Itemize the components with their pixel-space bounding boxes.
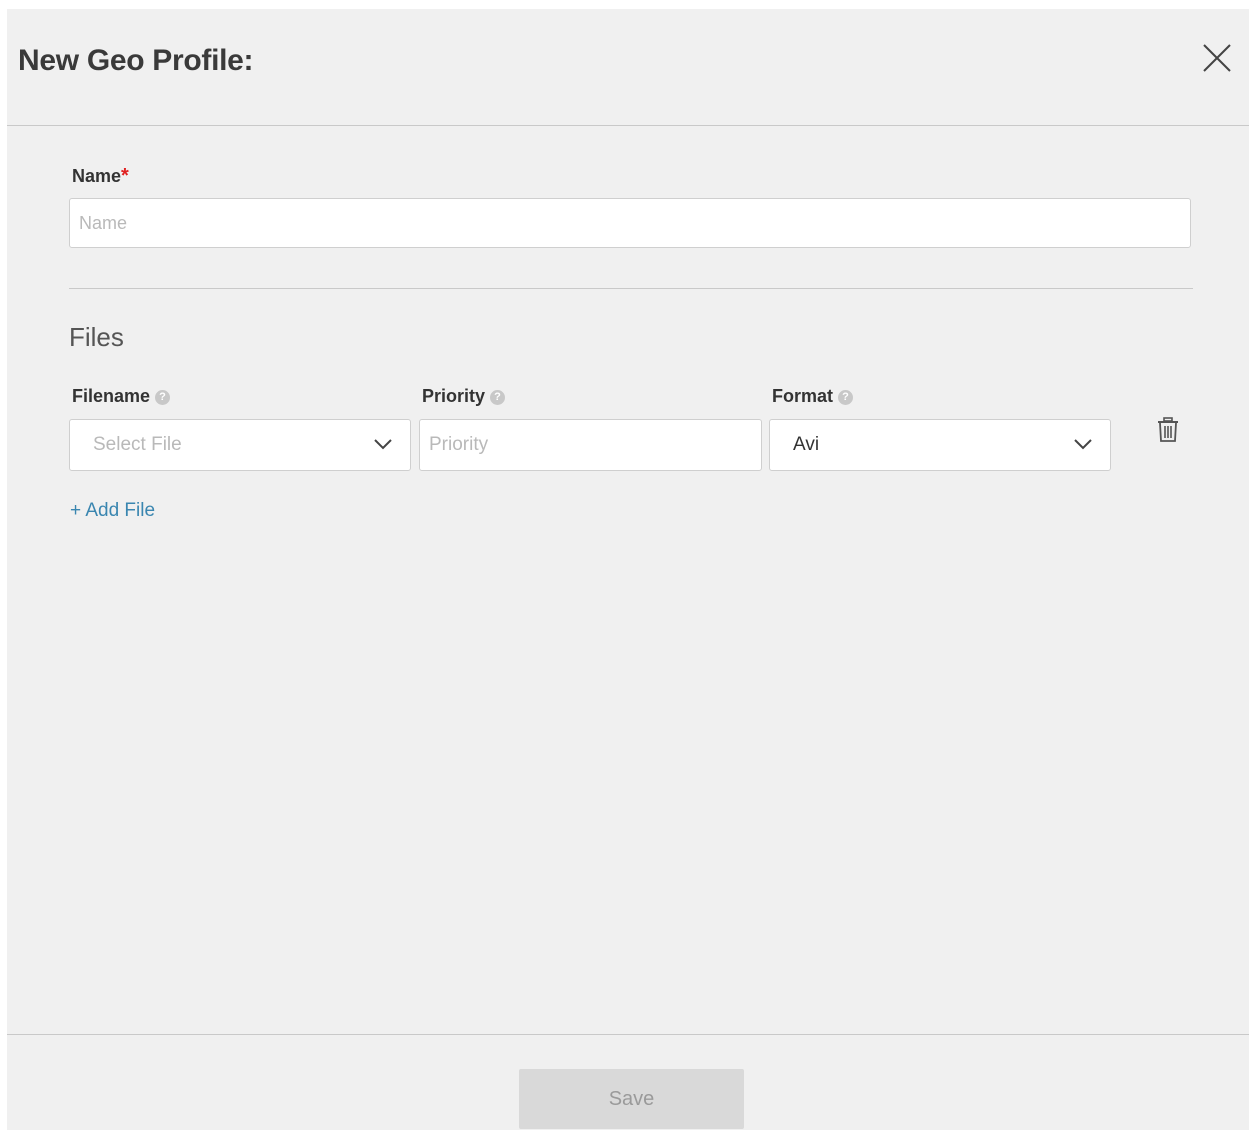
geo-profile-modal: New Geo Profile: Name* Files Filename? P… (7, 9, 1249, 1130)
chevron-down-icon (1074, 439, 1092, 450)
priority-input[interactable] (419, 419, 762, 471)
chevron-down-icon (374, 439, 392, 450)
files-section-title: Files (69, 322, 124, 352)
filename-label-text: Filename (72, 386, 151, 406)
filename-help-icon[interactable]: ? (155, 390, 171, 405)
modal-title: New Geo Profile: (18, 44, 254, 77)
add-file-link[interactable]: + Add File (70, 500, 155, 522)
trash-icon (1158, 417, 1178, 442)
section-divider (69, 288, 1193, 289)
priority-help-icon[interactable]: ? (490, 390, 506, 405)
filename-select-placeholder: Select File (93, 434, 182, 455)
priority-label-text: Priority (422, 386, 486, 406)
priority-label: Priority? (422, 386, 506, 407)
close-button[interactable] (1202, 43, 1232, 73)
name-label: Name* (72, 165, 129, 188)
filename-label: Filename? (72, 386, 171, 407)
required-mark: * (121, 165, 129, 187)
filename-select[interactable]: Select File (69, 419, 411, 471)
format-select[interactable]: Avi (769, 419, 1111, 471)
footer-divider (7, 1034, 1249, 1035)
close-icon (1203, 44, 1231, 72)
format-help-icon[interactable]: ? (838, 390, 854, 405)
save-button[interactable]: Save (519, 1069, 744, 1129)
modal-header: New Geo Profile: (7, 9, 1249, 126)
format-label-text: Format (772, 386, 834, 406)
delete-file-button[interactable] (1156, 416, 1180, 444)
name-input[interactable] (69, 198, 1191, 248)
name-label-text: Name (72, 166, 122, 186)
format-label: Format? (772, 386, 854, 407)
format-select-value: Avi (793, 434, 820, 455)
